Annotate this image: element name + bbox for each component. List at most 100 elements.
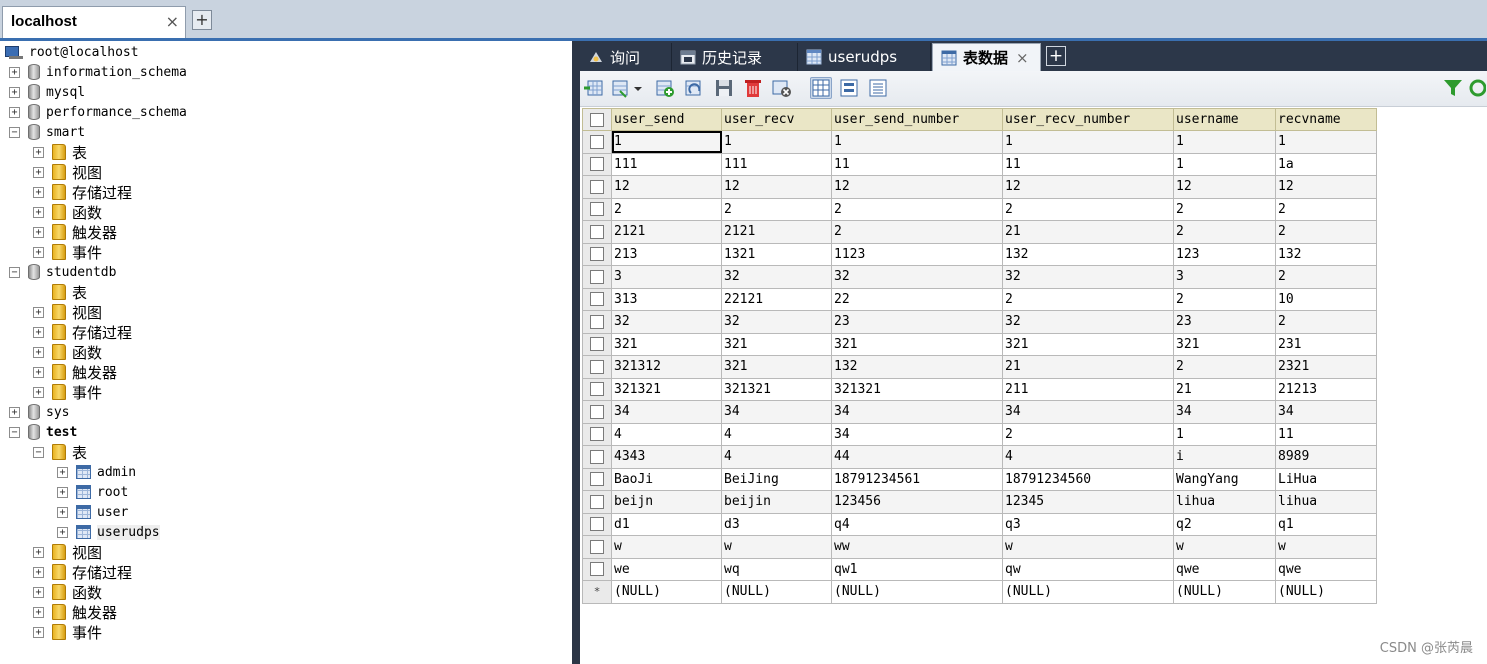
tab-history[interactable]: 历史记录 — [672, 43, 798, 71]
null-cell[interactable]: (NULL) — [1173, 580, 1276, 604]
grid-cell[interactable]: lihua — [1275, 490, 1377, 514]
add-row-icon[interactable] — [654, 77, 676, 99]
grid-cell[interactable]: 12345 — [1002, 490, 1174, 514]
table-row[interactable]: 321312 321 132 21 2 2321 — [582, 355, 1377, 379]
grid-cell[interactable]: 132 — [1275, 242, 1377, 266]
grid-cell[interactable]: 4 — [611, 422, 722, 446]
grid-cell[interactable]: 1 — [1173, 422, 1276, 446]
row-selector[interactable] — [582, 400, 612, 424]
grid-cell[interactable]: 313 — [611, 287, 722, 311]
grid-cell[interactable]: 18791234560 — [1002, 467, 1174, 491]
grid-cell[interactable]: 1 — [1002, 130, 1174, 154]
tree-node-table-root[interactable]: + root — [57, 482, 128, 502]
tree-node-test-tables[interactable]: − 表 — [33, 442, 87, 462]
tree-node-studentdb-views[interactable]: + 视图 — [33, 302, 102, 322]
expand-icon[interactable]: + — [57, 486, 68, 498]
tree-node-studentdb-funcs[interactable]: + 函数 — [33, 342, 102, 362]
expand-icon[interactable]: + — [57, 526, 68, 538]
row-selector[interactable] — [582, 557, 612, 581]
collapse-icon[interactable]: − — [9, 426, 20, 438]
grid-cell[interactable]: 2 — [1173, 355, 1276, 379]
row-selector[interactable] — [582, 422, 612, 446]
filter-icon[interactable] — [1442, 77, 1464, 99]
grid-cell[interactable]: q1 — [1275, 512, 1377, 536]
grid-cell[interactable]: 2 — [831, 220, 1003, 244]
grid-cell[interactable]: 23 — [831, 310, 1003, 334]
grid-cell[interactable]: 4 — [721, 422, 832, 446]
grid-cell[interactable]: 18791234561 — [831, 467, 1003, 491]
row-selector[interactable] — [582, 220, 612, 244]
grid-cell[interactable]: 2 — [1173, 197, 1276, 221]
tree-node-table-admin[interactable]: + admin — [57, 462, 136, 482]
grid-cell[interactable]: qw — [1002, 557, 1174, 581]
tree-node-test-triggers[interactable]: + 触发器 — [33, 602, 117, 622]
grid-cell[interactable]: 321321 — [721, 377, 832, 401]
table-row[interactable]: 111111 — [582, 130, 1377, 154]
expand-icon[interactable]: + — [33, 586, 44, 598]
checkbox[interactable] — [590, 269, 604, 284]
grid-cell[interactable]: ww — [831, 535, 1003, 559]
tree-node-smart[interactable]: − smart — [9, 122, 85, 142]
grid-cell[interactable]: 2 — [1173, 287, 1276, 311]
expand-icon[interactable]: + — [33, 306, 44, 318]
checkbox[interactable] — [590, 112, 604, 127]
table-row[interactable]: we wq qw1 qw qwe qwe — [582, 557, 1377, 581]
grid-cell[interactable]: i — [1173, 445, 1276, 469]
grid-cell[interactable]: 213 — [611, 242, 722, 266]
tree-node-smart-tables[interactable]: + 表 — [33, 142, 87, 162]
grid-cell[interactable]: 2 — [1275, 310, 1377, 334]
grid-cell[interactable]: 111 — [721, 152, 832, 176]
table-row[interactable]: 2121 2121 2 21 2 2 — [582, 220, 1377, 244]
grid-cell[interactable]: 2 — [1275, 265, 1377, 289]
grid-cell[interactable]: 32 — [1002, 265, 1174, 289]
column-header[interactable]: user_send_number — [831, 108, 1003, 131]
grid-cell[interactable]: w — [1173, 535, 1276, 559]
row-selector[interactable] — [582, 377, 612, 401]
column-header[interactable]: username — [1173, 108, 1276, 131]
grid-cell[interactable]: 34 — [611, 400, 722, 424]
grid-cell[interactable]: 2121 — [721, 220, 832, 244]
grid-cell[interactable]: qwe — [1275, 557, 1377, 581]
grid-cell[interactable]: 1321 — [721, 242, 832, 266]
checkbox[interactable] — [590, 247, 604, 262]
dropdown-export-icon[interactable] — [610, 77, 646, 99]
tree-node-test-views[interactable]: + 视图 — [33, 542, 102, 562]
grid-cell[interactable]: 321 — [611, 332, 722, 356]
grid-cell[interactable]: 32 — [611, 310, 722, 334]
grid-cell[interactable]: 1 — [721, 130, 832, 154]
expand-icon[interactable]: + — [9, 66, 20, 78]
table-row[interactable]: 321321 321321 321321 211 21 21213 — [582, 377, 1377, 401]
grid-cell[interactable]: 4 — [721, 445, 832, 469]
grid-cell[interactable]: 34 — [831, 422, 1003, 446]
grid-cell[interactable]: 12 — [611, 175, 722, 199]
row-selector[interactable] — [582, 130, 612, 154]
delete-icon[interactable] — [742, 77, 764, 99]
tree-node-test-procs[interactable]: + 存储过程 — [33, 562, 132, 582]
tree-node-smart-events[interactable]: + 事件 — [33, 242, 102, 262]
checkbox[interactable] — [590, 337, 604, 352]
grid-cell[interactable]: 11 — [831, 152, 1003, 176]
expand-icon[interactable]: + — [9, 106, 20, 118]
null-cell[interactable]: (NULL) — [1275, 580, 1377, 604]
tree-node-studentdb-procs[interactable]: + 存储过程 — [33, 322, 132, 342]
expand-icon[interactable]: + — [57, 506, 68, 518]
grid-cell[interactable]: q4 — [831, 512, 1003, 536]
grid-cell[interactable]: 32 — [1002, 310, 1174, 334]
table-row[interactable]: 32 32 23 32 23 2 — [582, 310, 1377, 334]
checkbox[interactable] — [590, 202, 604, 217]
new-connection-button[interactable]: + — [192, 10, 212, 30]
grid-cell[interactable]: 3 — [611, 265, 722, 289]
grid-cell[interactable]: 3 — [1173, 265, 1276, 289]
grid-cell[interactable]: 1123 — [831, 242, 1003, 266]
table-row[interactable]: 34 34 34 34 34 34 — [582, 400, 1377, 424]
grid-cell[interactable]: 34 — [1002, 400, 1174, 424]
grid-cell[interactable]: beijn — [611, 490, 722, 514]
tab-query[interactable]: 询问 — [580, 43, 672, 71]
row-selector[interactable] — [582, 445, 612, 469]
tree-node-table-userudps[interactable]: + userudps — [57, 522, 160, 542]
grid-cell[interactable]: 1 — [1173, 130, 1276, 154]
grid-cell[interactable]: 2 — [1275, 220, 1377, 244]
grid-cell[interactable]: 8989 — [1275, 445, 1377, 469]
checkbox[interactable] — [590, 179, 604, 194]
tree-node-root[interactable]: root@localhost — [5, 42, 139, 62]
